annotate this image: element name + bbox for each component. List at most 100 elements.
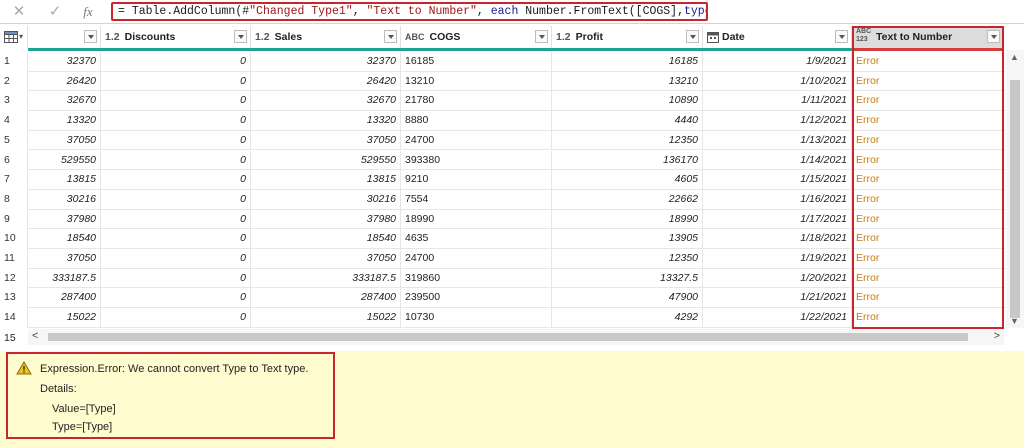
error-cell[interactable]: Error (852, 308, 1004, 328)
cogs-cell[interactable]: 10730 (401, 308, 552, 328)
date-cell[interactable]: 1/16/2021 (703, 189, 852, 210)
column-filter-button[interactable] (535, 30, 548, 43)
scroll-thumb[interactable] (1010, 80, 1020, 318)
cogs-cell[interactable]: 24700 (401, 130, 552, 151)
discounts-cell[interactable]: 0 (101, 308, 251, 328)
sales-cell[interactable]: 13815 (251, 170, 401, 190)
profit-cell[interactable]: 4440 (552, 111, 703, 131)
cogs-cell[interactable]: 393380 (401, 150, 552, 171)
profit-cell[interactable]: 13905 (552, 229, 703, 249)
value-cell[interactable]: 37980 (28, 209, 101, 230)
error-cell[interactable]: Error (852, 130, 1004, 151)
error-cell[interactable]: Error (852, 150, 1004, 171)
profit-cell[interactable]: 16185 (552, 52, 703, 72)
date-cell[interactable]: 1/13/2021 (703, 130, 852, 151)
column-filter-button[interactable] (234, 30, 247, 43)
sales-cell[interactable]: 37050 (251, 249, 401, 269)
cogs-cell[interactable]: 239500 (401, 288, 552, 309)
cogs-cell[interactable]: 18990 (401, 209, 552, 230)
scroll-up-icon[interactable]: ▲ (1010, 52, 1019, 62)
date-cell[interactable]: 1/21/2021 (703, 288, 852, 309)
discounts-cell[interactable]: 0 (101, 52, 251, 72)
sales-cell[interactable]: 32370 (251, 52, 401, 72)
cogs-cell[interactable]: 21780 (401, 91, 552, 112)
column-header-discounts[interactable]: 1.2 Discounts (101, 26, 251, 48)
date-cell[interactable]: 1/14/2021 (703, 150, 852, 171)
horizontal-scrollbar[interactable]: < > (28, 329, 1004, 345)
sales-cell[interactable]: 30216 (251, 189, 401, 210)
error-cell[interactable]: Error (852, 189, 1004, 210)
value-cell[interactable]: 32670 (28, 91, 101, 112)
date-cell[interactable]: 1/17/2021 (703, 209, 852, 230)
formula-input[interactable]: = Table.AddColumn(#"Changed Type1", "Tex… (111, 2, 708, 21)
sales-cell[interactable]: 18540 (251, 229, 401, 249)
sales-cell[interactable]: 13320 (251, 111, 401, 131)
cogs-cell[interactable]: 13210 (401, 71, 552, 92)
column-header-cogs[interactable]: ABC COGS (401, 26, 552, 48)
discounts-cell[interactable]: 0 (101, 249, 251, 269)
discounts-cell[interactable]: 0 (101, 268, 251, 289)
sales-cell[interactable]: 287400 (251, 288, 401, 309)
discounts-cell[interactable]: 0 (101, 130, 251, 151)
profit-cell[interactable]: 13210 (552, 71, 703, 92)
value-cell[interactable]: 333187.5 (28, 268, 101, 289)
cancel-icon[interactable]: ✕ (9, 2, 29, 22)
date-cell[interactable]: 1/11/2021 (703, 91, 852, 112)
sales-cell[interactable]: 37980 (251, 209, 401, 230)
profit-cell[interactable]: 47900 (552, 288, 703, 309)
profit-cell[interactable]: 12350 (552, 249, 703, 269)
vertical-scrollbar[interactable]: ▲ ▼ (1006, 50, 1024, 328)
error-cell[interactable]: Error (852, 249, 1004, 269)
scroll-right-icon[interactable]: > (994, 330, 1000, 342)
discounts-cell[interactable]: 0 (101, 71, 251, 92)
value-cell[interactable]: 32370 (28, 52, 101, 72)
profit-cell[interactable]: 13327.5 (552, 268, 703, 289)
table-menu-button[interactable]: ▾ (0, 26, 28, 48)
date-cell[interactable]: 1/12/2021 (703, 111, 852, 131)
column-filter-button[interactable] (384, 30, 397, 43)
error-cell[interactable]: Error (852, 91, 1004, 112)
profit-cell[interactable]: 4292 (552, 308, 703, 328)
value-cell[interactable]: 15022 (28, 308, 101, 328)
value-cell[interactable]: 18540 (28, 229, 101, 249)
sales-cell[interactable]: 529550 (251, 150, 401, 171)
column-filter-button[interactable] (84, 30, 97, 43)
discounts-cell[interactable]: 0 (101, 209, 251, 230)
fx-icon[interactable]: fx (78, 2, 98, 22)
value-cell[interactable]: 287400 (28, 288, 101, 309)
discounts-cell[interactable]: 0 (101, 189, 251, 210)
profit-cell[interactable]: 18990 (552, 209, 703, 230)
discounts-cell[interactable]: 0 (101, 170, 251, 190)
error-cell[interactable]: Error (852, 209, 1004, 230)
value-cell[interactable]: 13320 (28, 111, 101, 131)
sales-cell[interactable]: 32670 (251, 91, 401, 112)
sales-cell[interactable]: 333187.5 (251, 268, 401, 289)
column-filter-button[interactable] (686, 30, 699, 43)
value-cell[interactable]: 37050 (28, 249, 101, 269)
column-filter-button[interactable] (835, 30, 848, 43)
column-header-profit[interactable]: 1.2 Profit (552, 26, 703, 48)
date-cell[interactable]: 1/22/2021 (703, 308, 852, 328)
profit-cell[interactable]: 4605 (552, 170, 703, 190)
date-cell[interactable]: 1/18/2021 (703, 229, 852, 249)
scroll-left-icon[interactable]: < (32, 330, 38, 342)
cogs-cell[interactable]: 7554 (401, 189, 552, 210)
sales-cell[interactable]: 15022 (251, 308, 401, 328)
date-cell[interactable]: 1/19/2021 (703, 249, 852, 269)
profit-cell[interactable]: 10890 (552, 91, 703, 112)
date-cell[interactable]: 1/9/2021 (703, 52, 852, 72)
date-cell[interactable]: 1/15/2021 (703, 170, 852, 190)
profit-cell[interactable]: 12350 (552, 130, 703, 151)
column-header-sales[interactable]: 1.2 Sales (251, 26, 401, 48)
column-header-0[interactable] (28, 26, 101, 48)
sales-cell[interactable]: 26420 (251, 71, 401, 92)
value-cell[interactable]: 26420 (28, 71, 101, 92)
value-cell[interactable]: 37050 (28, 130, 101, 151)
error-cell[interactable]: Error (852, 288, 1004, 309)
value-cell[interactable]: 30216 (28, 189, 101, 210)
error-cell[interactable]: Error (852, 170, 1004, 190)
cogs-cell[interactable]: 24700 (401, 249, 552, 269)
cogs-cell[interactable]: 319860 (401, 268, 552, 289)
discounts-cell[interactable]: 0 (101, 229, 251, 249)
discounts-cell[interactable]: 0 (101, 111, 251, 131)
